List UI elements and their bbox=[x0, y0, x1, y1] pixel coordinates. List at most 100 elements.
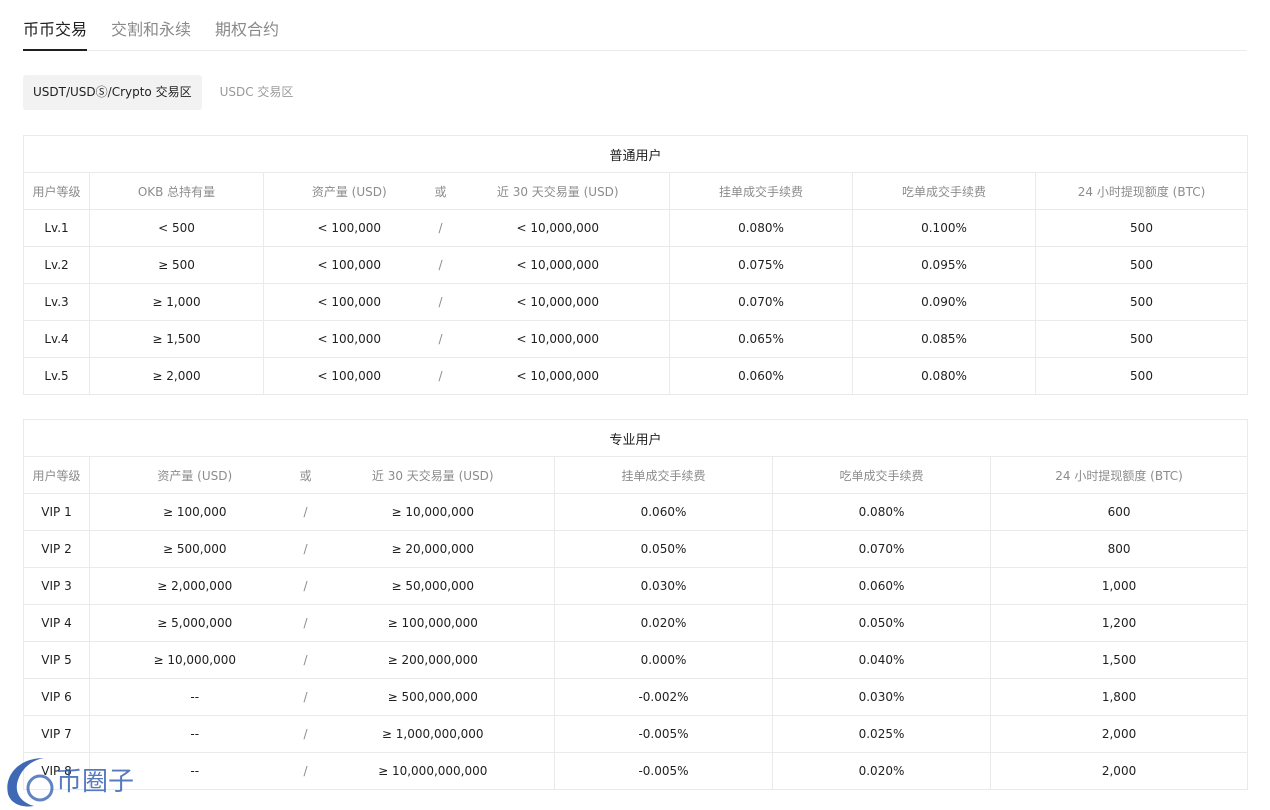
table-cell: 0.000% bbox=[554, 641, 773, 679]
table-row: Lv.3 ≥ 1,000 < 100,000/< 10,000,000 0.070% 0… bbox=[23, 283, 1249, 321]
table-cell: < 10,000,000 bbox=[446, 283, 670, 321]
table-cell: < 500 bbox=[89, 209, 264, 247]
table-cell: 0.020% bbox=[772, 752, 991, 790]
table-cell: 800 bbox=[989, 530, 1249, 568]
table-cell: / bbox=[299, 567, 312, 605]
table-cell: ≥ 500 bbox=[89, 246, 264, 284]
column-header: 吃单成交手续费 bbox=[772, 456, 991, 494]
table-row: VIP 7 -- / ≥ 1,000,000,000 -0.005% 0.025% 2,00… bbox=[23, 715, 1249, 753]
column-header: 资产量 (USD) bbox=[263, 172, 435, 210]
table-row: VIP 1 ≥ 100,000/≥ 10,000,000 0.060% 0.080% 6… bbox=[23, 493, 1249, 531]
table-cell: -- bbox=[89, 678, 300, 716]
table-cell: ≥ 10,000,000,000 bbox=[311, 752, 555, 790]
table-cell: -0.005% bbox=[554, 752, 773, 790]
table-cell: Lv.4 bbox=[23, 320, 90, 358]
table-cell: 500 bbox=[1034, 357, 1249, 395]
table-cell: ≥ 500,000 bbox=[89, 530, 300, 568]
column-header: 或 bbox=[434, 172, 447, 210]
table-cell: 1,500 bbox=[989, 641, 1249, 679]
tab-options[interactable]: 期权合约 bbox=[215, 0, 279, 51]
table-cell: < 100,000 bbox=[263, 246, 435, 284]
table-cell: -0.002% bbox=[554, 678, 773, 716]
table-cell: 0.085% bbox=[852, 320, 1036, 358]
table-cell: 0.060% bbox=[554, 493, 773, 531]
table-row: VIP 3 ≥ 2,000,000/≥ 50,000,000 0.030% 0.060… bbox=[23, 567, 1249, 605]
regular-user-fee-table: 普通用户 用户等级 OKB 总持有量 资产量 (USD) 或近 30 天交易量 (USD… bbox=[22, 135, 1249, 395]
table-cell: 1,200 bbox=[989, 604, 1249, 642]
table-cell: 0.065% bbox=[669, 320, 853, 358]
subtab-usdt-zone[interactable]: USDT/USDⓈ/Crypto 交易区 bbox=[23, 75, 202, 110]
table-cell: 0.020% bbox=[554, 604, 773, 642]
column-header: 近 30 天交易量 (USD) bbox=[311, 456, 555, 494]
table-cell: < 10,000,000 bbox=[446, 357, 670, 395]
table-cell: VIP 6 bbox=[23, 678, 90, 716]
table-cell: 2,000 bbox=[989, 715, 1249, 753]
table-cell: VIP 4 bbox=[23, 604, 90, 642]
column-header: 近 30 天交易量 (USD) bbox=[446, 172, 670, 210]
table-cell: / bbox=[299, 530, 312, 568]
table-cell: 0.075% bbox=[669, 246, 853, 284]
table-row: Lv.4 ≥ 1,500 < 100,000/< 10,000,000 0.065% 0… bbox=[23, 320, 1249, 358]
table-row: Lv.1 < 500 < 100,000/< 10,000,000 0.080% 0.1… bbox=[23, 209, 1249, 247]
trading-zone-tabs: USDT/USDⓈ/Crypto 交易区 USDC 交易区 bbox=[23, 75, 311, 110]
table-cell: ≥ 1,000 bbox=[89, 283, 264, 321]
table-cell: 0.050% bbox=[554, 530, 773, 568]
table-cell: 500 bbox=[1034, 283, 1249, 321]
tab-spot[interactable]: 币币交易 bbox=[23, 0, 88, 51]
table-cell: / bbox=[299, 604, 312, 642]
table-cell: 0.025% bbox=[772, 715, 991, 753]
table-cell: 500 bbox=[1034, 246, 1249, 284]
column-header: 24 小时提现额度 (BTC) bbox=[989, 456, 1249, 494]
table-cell: 0.080% bbox=[772, 493, 991, 531]
table-cell: VIP 3 bbox=[23, 567, 90, 605]
table-cell: ≥ 2,000 bbox=[89, 357, 264, 395]
table-header-row: 用户等级 OKB 总持有量 资产量 (USD) 或近 30 天交易量 (USD) 挂单成… bbox=[23, 172, 1249, 210]
table-cell: / bbox=[434, 357, 447, 395]
table-header-row: 用户等级 资产量 (USD) 或近 30 天交易量 (USD) 挂单成交手续费 吃单成交… bbox=[23, 456, 1249, 494]
table-cell: Lv.1 bbox=[23, 209, 90, 247]
subtab-usdc-zone[interactable]: USDC 交易区 bbox=[210, 75, 304, 110]
column-header: 用户等级 bbox=[23, 172, 90, 210]
table-cell: 2,000 bbox=[989, 752, 1249, 790]
table-caption-row: 专业用户 bbox=[22, 419, 1249, 457]
table-cell: ≥ 500,000,000 bbox=[311, 678, 555, 716]
table-cell: / bbox=[299, 641, 312, 679]
table-cell: ≥ 1,500 bbox=[89, 320, 264, 358]
table-cell: ≥ 100,000,000 bbox=[311, 604, 555, 642]
table-cell: VIP 2 bbox=[23, 530, 90, 568]
watermark-text: 币圈子 bbox=[56, 767, 134, 797]
table-cell: 0.030% bbox=[772, 678, 991, 716]
table-cell: 0.060% bbox=[772, 567, 991, 605]
table-row: Lv.5 ≥ 2,000 < 100,000/< 10,000,000 0.060% 0… bbox=[23, 357, 1249, 395]
table-cell: Lv.3 bbox=[23, 283, 90, 321]
column-header: 挂单成交手续费 bbox=[554, 456, 773, 494]
table-cell: VIP 1 bbox=[23, 493, 90, 531]
table-cell: / bbox=[299, 493, 312, 531]
table-cell: 1,000 bbox=[989, 567, 1249, 605]
table-cell: ≥ 50,000,000 bbox=[311, 567, 555, 605]
table-cell: / bbox=[299, 678, 312, 716]
table-cell: / bbox=[299, 715, 312, 753]
table-cell: 500 bbox=[1034, 320, 1249, 358]
table-cell: / bbox=[434, 283, 447, 321]
table-row: VIP 6 -- / ≥ 500,000,000 -0.002% 0.030% 1,800 bbox=[23, 678, 1249, 716]
table-cell: ≥ 5,000,000 bbox=[89, 604, 300, 642]
tab-futures-perpetual[interactable]: 交割和永续 bbox=[111, 0, 191, 51]
table-cell: < 10,000,000 bbox=[446, 209, 670, 247]
table-cell: VIP 7 bbox=[23, 715, 90, 753]
table-cell: 1,800 bbox=[989, 678, 1249, 716]
table-row: VIP 5 ≥ 10,000,000/≥ 200,000,000 0.000% 0.0… bbox=[23, 641, 1249, 679]
table-caption-row: 普通用户 bbox=[22, 135, 1249, 173]
column-header: 24 小时提现额度 (BTC) bbox=[1034, 172, 1249, 210]
column-header: 资产量 (USD) bbox=[89, 456, 300, 494]
table-cell: 0.030% bbox=[554, 567, 773, 605]
table-row: VIP 8 -- / ≥ 10,000,000,000 -0.005% 0.020% 2,0… bbox=[23, 752, 1249, 790]
column-header: OKB 总持有量 bbox=[89, 172, 264, 210]
table-cell: < 10,000,000 bbox=[446, 246, 670, 284]
pro-user-fee-table: 专业用户 用户等级 资产量 (USD) 或近 30 天交易量 (USD) 挂单成交手续费… bbox=[22, 419, 1249, 790]
table-title: 专业用户 bbox=[22, 419, 1249, 457]
table-cell: 0.080% bbox=[669, 209, 853, 247]
table-cell: / bbox=[434, 246, 447, 284]
column-header: 吃单成交手续费 bbox=[852, 172, 1036, 210]
table-cell: 0.040% bbox=[772, 641, 991, 679]
